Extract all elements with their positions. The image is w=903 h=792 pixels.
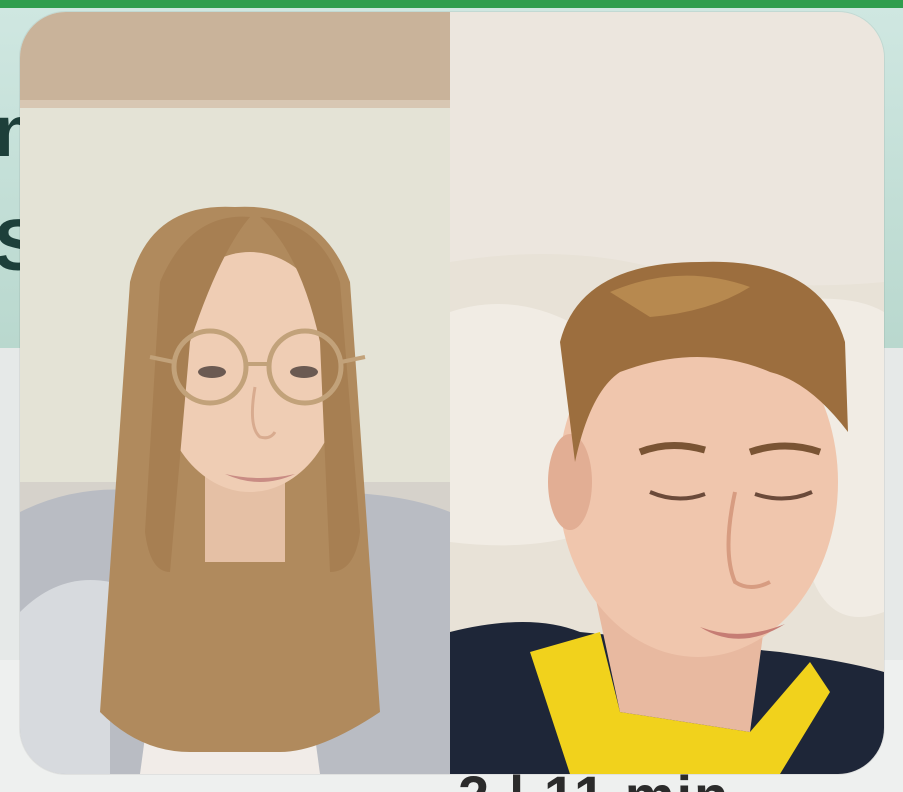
participant-video-left[interactable]	[20, 12, 450, 774]
top-accent-bar	[0, 0, 903, 8]
participant-left-image	[20, 12, 450, 774]
app-screen: n S 2 | 11 min	[0, 0, 903, 792]
participant-right-image	[450, 12, 884, 774]
participant-video-right[interactable]	[450, 12, 884, 774]
video-call-window	[20, 12, 884, 774]
